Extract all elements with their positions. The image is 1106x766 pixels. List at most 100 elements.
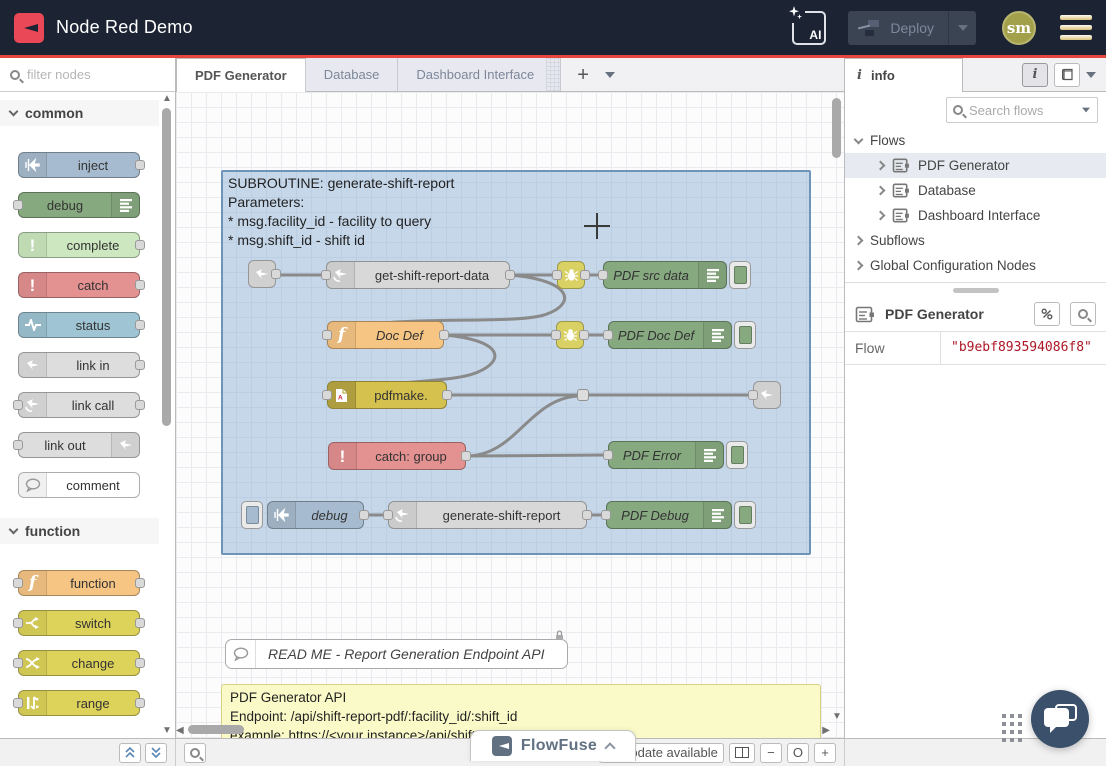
scroll-up-arrow[interactable]: ▲ — [162, 94, 172, 104]
palette-scrollbar-thumb[interactable] — [162, 108, 171, 426]
flow-canvas[interactable]: SUBROUTINE: generate-shift-report Parame… — [176, 92, 844, 738]
comment-node[interactable]: comment — [18, 472, 140, 498]
palette-node-function[interactable]: ffunction — [18, 570, 140, 596]
expand-all-button[interactable] — [145, 743, 167, 763]
inject-button[interactable] — [241, 501, 263, 529]
debug-toggle-button[interactable] — [734, 501, 756, 529]
palette-node-range[interactable]: range — [18, 690, 140, 716]
tree-item-dashboard-interface[interactable]: Dashboard Interface — [845, 203, 1106, 228]
divider-handle[interactable] — [953, 288, 999, 293]
canvas-scroll-down-arrow[interactable]: ▼ — [832, 712, 842, 722]
palette-node-switch[interactable]: switch — [18, 610, 140, 636]
zoom-out-button[interactable]: − — [760, 743, 782, 763]
palette-node-change[interactable]: change — [18, 650, 140, 676]
tree-item-pdf-generator[interactable]: PDF Generator — [845, 153, 1106, 178]
search-flows-footer-button[interactable] — [184, 743, 206, 763]
input-port[interactable] — [13, 200, 23, 210]
output-port[interactable] — [135, 280, 145, 290]
palette-node-inject[interactable]: inject — [18, 152, 140, 178]
output-port[interactable] — [135, 160, 145, 170]
output-port[interactable] — [135, 578, 145, 588]
output-port[interactable] — [359, 510, 369, 520]
output-port[interactable] — [135, 618, 145, 628]
deploy-button[interactable]: Deploy — [848, 11, 976, 45]
tree-item-subflows[interactable]: Subflows — [845, 228, 1106, 253]
palette-category-function[interactable]: function — [0, 518, 159, 544]
main-menu-button[interactable] — [1060, 15, 1092, 40]
get-shift-report-data-node[interactable]: get-shift-report-data — [326, 261, 510, 289]
output-port[interactable] — [135, 400, 145, 410]
tab-database[interactable]: Database — [306, 58, 399, 91]
output-port[interactable] — [135, 240, 145, 250]
pdf-src-data-node[interactable]: PDF src data — [603, 261, 727, 289]
input-port[interactable] — [383, 510, 393, 520]
input-port[interactable] — [748, 390, 758, 400]
tab-list-caret[interactable] — [605, 72, 615, 78]
inject-node[interactable]: inject — [18, 152, 140, 178]
tree-item-database[interactable]: Database — [845, 178, 1106, 203]
input-port[interactable] — [13, 400, 23, 410]
palette-body[interactable]: commoninjectdebug!complete!catchstatusli… — [0, 92, 175, 738]
sidebar-menu-caret[interactable] — [1086, 72, 1096, 78]
link-out-node[interactable]: link out — [18, 432, 140, 458]
chevron-right-icon[interactable] — [854, 261, 864, 271]
navigator-button[interactable] — [729, 743, 755, 763]
status-node[interactable]: status — [18, 312, 140, 338]
output-port[interactable] — [135, 658, 145, 668]
palette-node-link-in[interactable]: link in — [18, 352, 140, 378]
palette-node-status[interactable]: status — [18, 312, 140, 338]
link-in-node[interactable]: link in — [18, 352, 140, 378]
output-port[interactable] — [135, 320, 145, 330]
link-out-node[interactable] — [753, 381, 781, 409]
bug-node-2[interactable] — [556, 321, 584, 349]
chevron-right-icon[interactable] — [876, 161, 886, 171]
debug-inject-node[interactable]: debug — [267, 501, 364, 529]
sidebar-tab-info[interactable]: i info — [845, 58, 963, 92]
sidebar-divider[interactable] — [845, 283, 1106, 297]
range-node[interactable]: range — [18, 690, 140, 716]
output-port[interactable] — [135, 360, 145, 370]
widget-drag-handle[interactable] — [1002, 714, 1022, 742]
palette-node-link-out[interactable]: link out — [18, 432, 140, 458]
input-port[interactable] — [552, 270, 562, 280]
input-port[interactable] — [13, 440, 23, 450]
tab-pdf-generator[interactable]: PDF Generator — [176, 58, 306, 92]
collapse-all-button[interactable] — [119, 743, 141, 763]
generate-shift-report-node[interactable]: generate-shift-report — [388, 501, 587, 529]
tree-item-global-configuration-nodes[interactable]: Global Configuration Nodes — [845, 253, 1106, 278]
tree-item-flows[interactable]: Flows — [845, 128, 1106, 153]
user-avatar[interactable]: sm — [1002, 11, 1036, 45]
palette-node-debug[interactable]: debug — [18, 192, 140, 218]
debug-toggle-button[interactable] — [726, 441, 748, 469]
output-port[interactable] — [271, 269, 281, 279]
input-port[interactable] — [603, 330, 613, 340]
canvas-vscrollbar[interactable]: ▼ — [832, 94, 842, 722]
output-port[interactable] — [580, 270, 590, 280]
input-port[interactable] — [322, 330, 332, 340]
zoom-in-button[interactable]: + — [814, 743, 836, 763]
help-book-button[interactable] — [1054, 63, 1080, 87]
input-port[interactable] — [321, 270, 331, 280]
ai-assistant-button[interactable]: AI — [792, 11, 826, 45]
output-port[interactable] — [505, 270, 515, 280]
info-tool-button[interactable]: i — [1022, 63, 1048, 87]
palette-scrollbar[interactable]: ▲ ▼ — [162, 94, 172, 736]
input-port[interactable] — [601, 510, 611, 520]
canvas-scroll-right-arrow[interactable]: ▶ — [822, 725, 830, 736]
input-port[interactable] — [13, 618, 23, 628]
switch-node[interactable]: switch — [18, 610, 140, 636]
input-port[interactable] — [322, 390, 332, 400]
output-port[interactable] — [439, 330, 449, 340]
bug-node-1[interactable] — [557, 261, 585, 289]
pdfmake-node[interactable]: Apdfmake. — [327, 381, 447, 409]
chevron-right-icon[interactable] — [876, 186, 886, 196]
input-port[interactable] — [13, 658, 23, 668]
canvas-vscrollbar-thumb[interactable] — [832, 98, 841, 158]
copy-link-button[interactable] — [1034, 302, 1060, 326]
complete-node[interactable]: !complete — [18, 232, 140, 258]
palette-node-link-call[interactable]: link call — [18, 392, 140, 418]
output-port[interactable] — [461, 451, 471, 461]
pdf-error-node[interactable]: PDF Error — [608, 441, 724, 469]
scroll-down-arrow[interactable]: ▼ — [162, 726, 172, 736]
output-port[interactable] — [582, 510, 592, 520]
